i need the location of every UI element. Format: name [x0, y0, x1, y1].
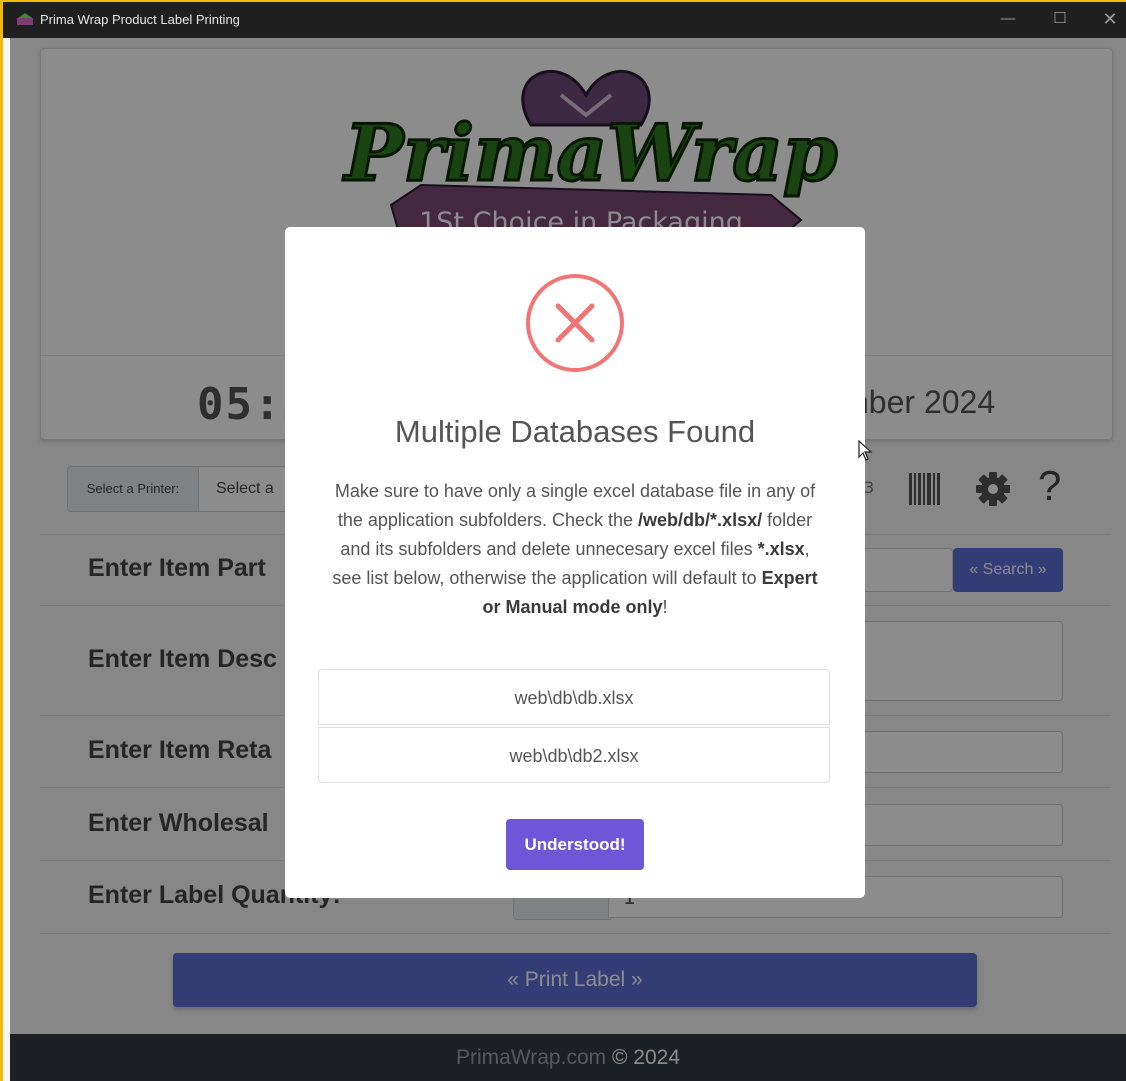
understood-button[interactable]: Understood!	[506, 819, 644, 870]
file-list-item: web\db\db2.xlsx	[318, 727, 830, 783]
mouse-cursor-icon	[858, 440, 873, 461]
error-dialog: Multiple Databases Found Make sure to ha…	[285, 227, 865, 898]
close-button[interactable]: ✕	[1090, 6, 1126, 32]
file-extension: *.xlsx	[757, 539, 805, 559]
dialog-title: Multiple Databases Found	[394, 414, 756, 449]
dialog-message: Make sure to have only a single excel da…	[325, 477, 825, 622]
maximize-button[interactable]: ☐	[1040, 6, 1080, 32]
file-list-item: web\db\db.xlsx	[318, 669, 830, 725]
window-title: Prima Wrap Product Label Printing	[40, 12, 240, 27]
error-icon	[526, 274, 624, 372]
message-text: !	[662, 597, 668, 617]
db-path: /web/db/*.xlsx/	[638, 510, 763, 530]
app-icon	[17, 13, 33, 25]
minimize-button[interactable]: —	[988, 6, 1028, 32]
title-bar: Prima Wrap Product Label Printing — ☐ ✕	[0, 0, 1126, 38]
